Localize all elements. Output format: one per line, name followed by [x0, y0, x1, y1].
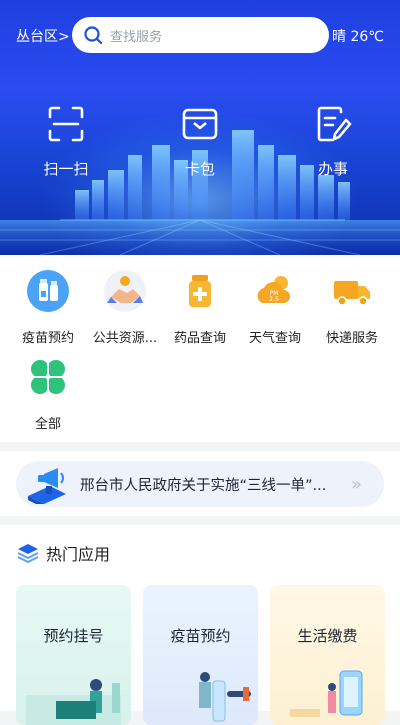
search-icon [84, 26, 103, 45]
service-all[interactable]: 全部 [8, 355, 88, 432]
layers-icon [17, 544, 39, 564]
hot-app-label: 疫苗预约 [170, 627, 231, 645]
notice-text: 邢台市人民政府关于实施“三线一单”... [80, 477, 327, 494]
quick-action-card-wallet[interactable]: 卡包 [150, 104, 250, 179]
double-chevron-right-icon: » [351, 473, 363, 495]
hot-apps-title: 热门应用 [46, 545, 111, 564]
svg-text:2.5: 2.5 [269, 296, 279, 303]
card-wallet-icon [182, 108, 218, 140]
vaccine-icon [27, 270, 69, 312]
hot-app-card-vaccine[interactable]: 疫苗预约 [143, 585, 258, 725]
document-edit-icon [317, 106, 352, 142]
top-bar: 丛台区> 查找服务 晴 26℃ [0, 17, 400, 53]
handshake-icon [104, 270, 146, 312]
quick-action-label: 卡包 [184, 160, 215, 178]
service-delivery[interactable]: 快递服务 [312, 269, 392, 346]
hot-app-label: 生活缴费 [297, 627, 358, 645]
hot-apps-section: 热门应用 预约挂号 疫苗预约 生活缴费 [0, 525, 400, 725]
hot-app-label: 预约挂号 [43, 627, 104, 645]
quick-action-affairs[interactable]: 办事 [283, 104, 383, 179]
services-grid: 疫苗预约 公共资源... 药品查询 PM 2.5 天气查询 快递服务 全部 [0, 255, 400, 442]
notice-section: 邢台市人民政府关于实施“三线一单”... » [0, 451, 400, 516]
hot-app-card-registration[interactable]: 预约挂号 [16, 585, 131, 725]
service-vaccine[interactable]: 疫苗预约 [8, 269, 88, 346]
weather-readout: 晴 26℃ [332, 29, 384, 45]
service-label: 疫苗预约 [21, 331, 74, 346]
vaccine-illustration [199, 672, 251, 722]
delivery-truck-icon [334, 281, 370, 306]
search-placeholder: 查找服务 [110, 29, 163, 45]
service-weather-query[interactable]: PM 2.5 天气查询 [235, 269, 315, 346]
quick-action-label: 办事 [317, 160, 348, 178]
service-label: 快递服务 [325, 331, 378, 346]
weather-pm25-icon: PM 2.5 [257, 276, 291, 303]
hot-app-card-bill-payment[interactable]: 生活缴费 [270, 585, 385, 725]
megaphone-icon [28, 468, 66, 504]
registration-illustration [26, 679, 121, 725]
service-label: 全部 [34, 417, 61, 432]
all-clover-icon [30, 359, 66, 395]
service-public-resources[interactable]: 公共资源... [85, 269, 165, 346]
service-label: 药品查询 [173, 331, 226, 346]
quick-action-label: 扫一扫 [43, 160, 89, 178]
notice-bar[interactable]: 邢台市人民政府关于实施“三线一单”... » [16, 461, 384, 507]
bill-payment-illustration [290, 670, 363, 717]
service-medicine-query[interactable]: 药品查询 [160, 269, 240, 346]
medicine-icon [189, 275, 211, 307]
search-input[interactable]: 查找服务 [72, 17, 329, 53]
service-label: 天气查询 [248, 331, 301, 346]
hot-apps-header: 热门应用 [16, 541, 110, 565]
hero-banner: 丛台区> 查找服务 晴 26℃ 扫一扫 卡包 办事 [0, 0, 400, 255]
scan-icon [48, 106, 84, 142]
district-selector[interactable]: 丛台区> [16, 26, 70, 46]
quick-action-scan[interactable]: 扫一扫 [16, 104, 116, 179]
service-label: 公共资源... [92, 331, 158, 346]
